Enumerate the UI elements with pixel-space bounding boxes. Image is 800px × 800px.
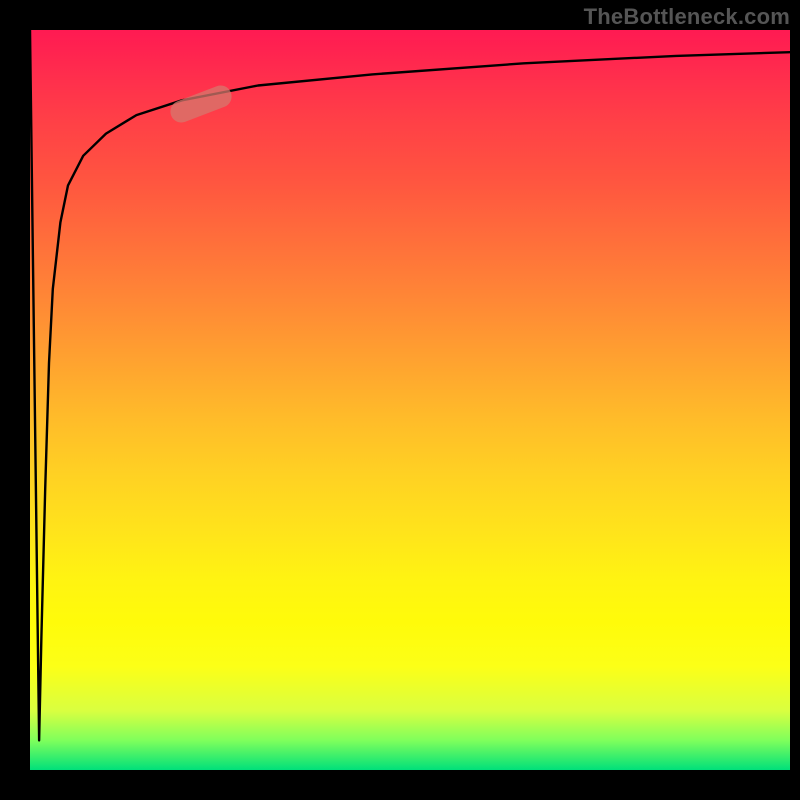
watermark-text: TheBottleneck.com	[584, 4, 790, 30]
chart-frame: TheBottleneck.com	[0, 0, 800, 800]
plot-area	[30, 30, 790, 770]
curve-layer	[30, 30, 790, 770]
bottleneck-curve	[30, 30, 790, 740]
